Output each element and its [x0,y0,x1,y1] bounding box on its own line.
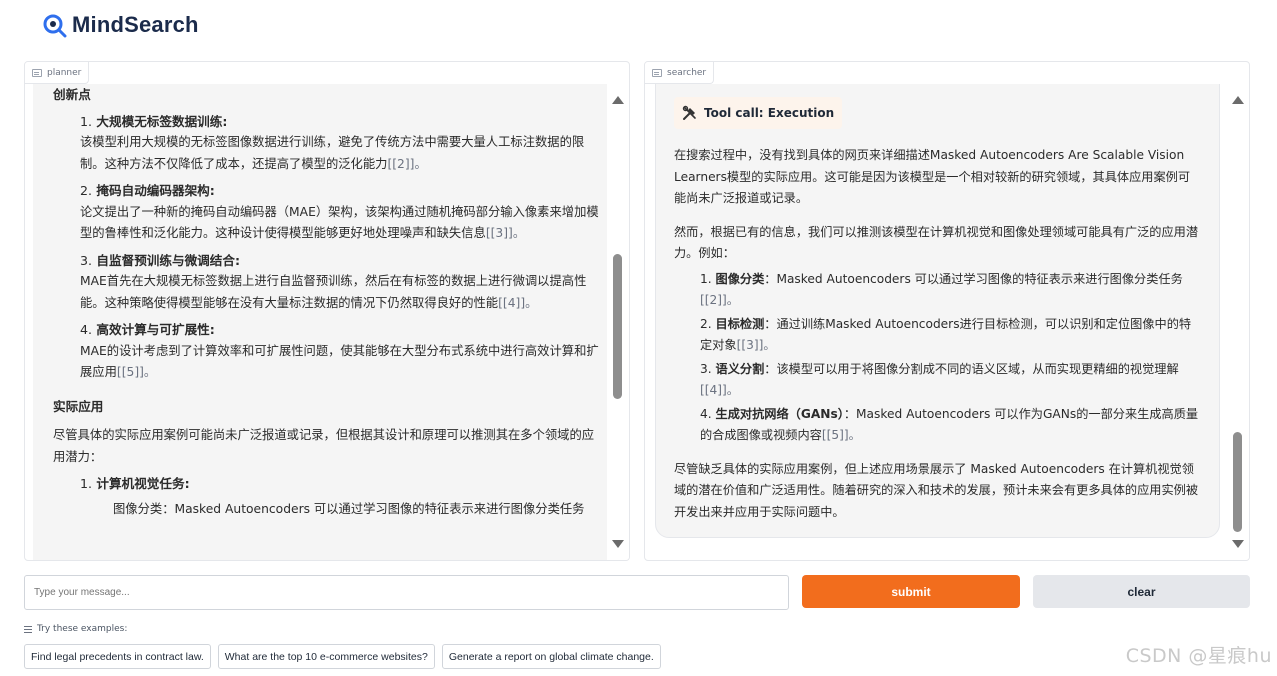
scroll-up-arrow-icon[interactable] [1232,96,1244,104]
examples-label: Try these examples: [24,624,127,634]
watermark: CSDN @星痕hu [1125,645,1272,667]
searcher-paragraph: 尽管缺乏具体的实际应用案例，但上述应用场景展示了 Masked Autoenco… [674,461,1199,519]
planner-item-title: 1. 大规模无标签数据训练: [80,113,228,129]
planner-item-body: MAE的设计考虑到了计算效率和可扩展性问题，使其能够在大型分布式系统中进行高效计… [80,343,599,380]
searcher-label: searcher [645,62,715,84]
tool-call-chip[interactable]: Tool call: Execution [674,97,843,129]
example-button[interactable]: What are the top 10 e-commerce websites? [217,644,435,669]
searcher-list-item: 4. 生成对抗网络（GANs）：Masked Autoencoders 可以作为… [700,406,1199,443]
tool-call-text: Tool call: Execution [704,106,835,120]
searcher-list-item: 3. 语义分割：该模型可以用于将图像分割成不同的语义区域，从而实现更精细的视觉理… [700,361,1179,398]
message-input[interactable] [24,575,789,610]
scrollbar-thumb[interactable] [613,254,622,399]
example-button[interactable]: Find legal precedents in contract law. [24,644,211,669]
application-intro: 尽管具体的实际应用案例可能尚未广泛报道或记录，但根据其设计和原理可以推测其在多个… [53,428,595,464]
searcher-panel: searcher Tool call: Execution 在搜索过程中，没有找… [644,61,1250,561]
planner-panel: planner 创新点 1. 大规模无标签数据训练: 该模型利用大规模的无标签图… [24,61,630,561]
planner-content: 创新点 1. 大规模无标签数据训练: 该模型利用大规模的无标签图像数据进行训练，… [53,84,603,520]
planner-scrollbar[interactable] [607,84,629,560]
scrollbar-thumb[interactable] [1233,432,1242,532]
list-icon [24,625,32,633]
example-button[interactable]: Generate a report on global climate chan… [441,644,661,669]
searcher-scroll-area[interactable]: Tool call: Execution 在搜索过程中，没有找到具体的网页来详细… [655,84,1227,538]
application-heading: 实际应用 [53,398,104,414]
planner-label: planner [25,62,90,84]
searcher-list-item: 2. 目标检测：通过训练Masked Autoencoders进行目标检测，可以… [700,316,1192,353]
innovation-heading: 创新点 [53,87,91,102]
planner-item-title: 2. 掩码自动编码器架构: [80,183,215,198]
scroll-down-arrow-icon[interactable] [1232,540,1244,548]
mindsearch-logo-icon [43,14,67,38]
planner-cut-off-line: 图像分类：Masked Autoencoders 可以通过学习图像的特征表示来进… [113,501,585,516]
examples-list: Find legal precedents in contract law. W… [24,644,661,669]
planner-item-body: 该模型利用大规模的无标签图像数据进行训练，避免了传统方法中需要大量人工标注数据的… [80,135,585,171]
planner-item-body: 论文提出了一种新的掩码自动编码器（MAE）架构，该架构通过随机掩码部分输入像素来… [80,204,599,241]
tools-icon [682,105,696,120]
scroll-down-arrow-icon[interactable] [612,540,624,548]
scroll-up-arrow-icon[interactable] [612,96,624,104]
app-header: MindSearch [42,10,199,40]
searcher-list-item: 1. 图像分类：Masked Autoencoders 可以通过学习图像的特征表… [700,271,1183,308]
searcher-message-bubble: Tool call: Execution 在搜索过程中，没有找到具体的网页来详细… [655,84,1220,538]
searcher-paragraph: 在搜索过程中，没有找到具体的网页来详细描述Masked Autoencoders… [674,148,1191,205]
clear-button[interactable]: clear [1033,575,1250,608]
searcher-content: 在搜索过程中，没有找到具体的网页来详细描述Masked Autoencoders… [674,145,1202,535]
searcher-scrollbar[interactable] [1227,84,1249,560]
planner-scroll-area[interactable]: 创新点 1. 大规模无标签数据训练: 该模型利用大规模的无标签图像数据进行训练，… [33,84,607,560]
planner-item-title: 3. 自监督预训练与微调结合: [80,252,240,268]
planner-item-title: 4. 高效计算与可扩展性: [80,322,215,337]
chat-icon [652,68,662,77]
planner-item-title: 1. 计算机视觉任务: [80,476,190,491]
searcher-paragraph: 然而，根据已有的信息，我们可以推测该模型在计算机视觉和图像处理领域可能具有广泛的… [674,224,1199,261]
planner-item-body: MAE首先在大规模无标签数据上进行自监督预训练，然后在有标签的数据上进行微调以提… [80,274,587,310]
chat-icon [32,68,42,77]
submit-button[interactable]: submit [802,575,1020,608]
app-title: MindSearch [72,12,199,37]
examples-label-text: Try these examples: [37,624,128,634]
planner-label-text: planner [47,67,82,78]
searcher-label-text: searcher [667,67,707,78]
